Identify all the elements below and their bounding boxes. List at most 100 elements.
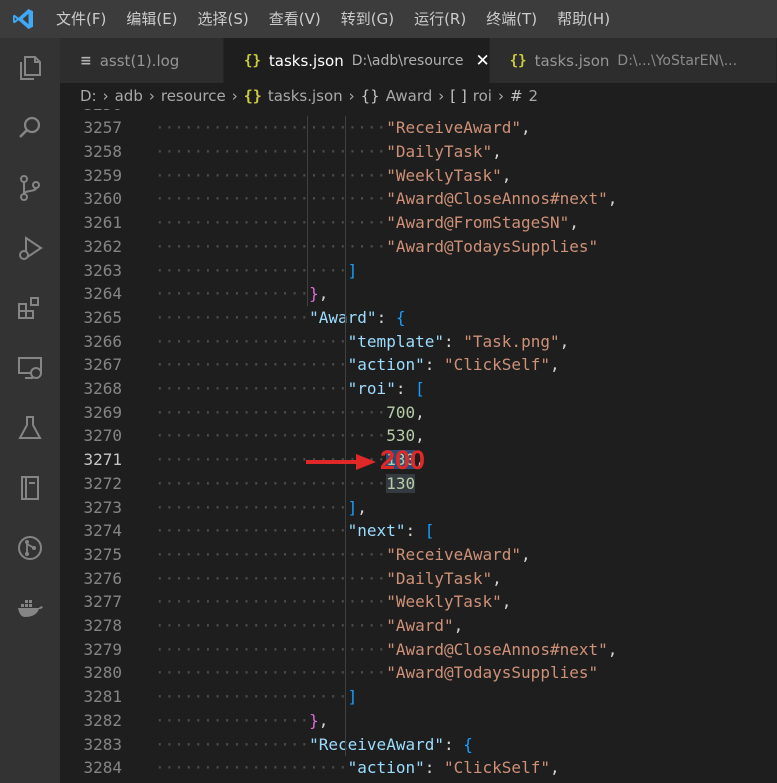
code-line: 3259 ························"WeeklyTask"… [60,163,777,187]
line-number: 3265 [83,307,122,327]
code-text: ························"Award@TodaysSup… [155,663,599,683]
code-line: 3283 ················"ReceiveAward": { [60,732,777,756]
breadcrumb-folder-resource[interactable]: resource [161,87,226,105]
breadcrumb-file[interactable]: tasks.json [268,87,343,105]
breadcrumb: D: › adb › resource › {} tasks.json › {}… [60,83,777,109]
remote-explorer-icon[interactable] [0,338,60,398]
line-number: 3268 [83,379,122,399]
json-file-icon: {} [509,52,527,69]
line-number: 3263 [83,260,122,280]
tab-asst-log[interactable]: ≡ asst(1).log [60,38,225,83]
line-number: 3267 [83,355,122,375]
chevron-right-icon: › [102,87,109,105]
chevron-right-icon: › [348,87,355,105]
code-text: ························130 [155,473,416,493]
line-number: 3282 [83,710,122,730]
code-text: ························"Award@CloseAnno… [155,639,618,659]
chevron-right-icon: › [438,87,445,105]
menu-terminal[interactable]: 终端(T) [476,0,547,38]
breadcrumb-symbol-roi[interactable]: roi [473,87,492,105]
code-text: ························"WeeklyTask", [155,165,512,185]
git-graph-icon[interactable] [0,518,60,578]
tab-tasks-json-yostaren[interactable]: {} tasks.json D:\...\YoStarEN\... [489,38,777,83]
breadcrumb-drive[interactable]: D: [80,87,97,105]
line-number: 3269 [83,402,122,422]
line-number: 3275 [83,544,122,564]
line-number: 3280 [83,663,122,683]
tab-label: tasks.json [268,51,344,70]
menu-file[interactable]: 文件(F) [46,0,116,38]
line-number: 3270 [83,426,122,446]
code-line: 3279 ························"Award@Close… [60,637,777,661]
code-text: ························"DailyTask", [155,142,502,162]
tab-tasks-json-active[interactable]: {} tasks.json D:\adb\resource ✕ [224,38,490,83]
tab-description: D:\...\YoStarEN\... [617,52,738,69]
code-line: 3257 ························"ReceiveAwar… [60,116,777,140]
code-text: ························"Award", [155,616,464,636]
breadcrumb-symbol-award[interactable]: Award [386,87,433,105]
code-text: ····················"action": "ClickSelf… [155,758,560,778]
testing-flask-icon[interactable] [0,398,60,458]
extensions-icon[interactable] [0,278,60,338]
code-line: 3282 ················}, [60,709,777,733]
menu-go[interactable]: 转到(G) [331,0,404,38]
line-number: 3283 [83,734,122,754]
tab-label: asst(1).log [99,51,180,70]
code-line: 3276 ························"DailyTask", [60,566,777,590]
search-icon[interactable] [0,98,60,158]
array-icon: [ ] [450,87,467,105]
line-number: 3258 [83,142,122,162]
annotation-value: 200 [380,445,426,475]
json-file-icon: {} [243,87,262,105]
indent-guide [345,400,346,496]
line-number: 3272 [83,473,122,493]
line-number: 3259 [83,165,122,185]
code-text: ····················"next": [ [155,521,435,541]
notebook-icon[interactable] [0,458,60,518]
code-line: 3264 ················}, [60,282,777,306]
code-line: 3281 ····················] [60,685,777,709]
code-text: ····················] [155,260,358,280]
code-text: ····················] [155,687,358,707]
json-file-icon: {} [244,52,261,69]
code-line: 3262 ························"Award@Today… [60,235,777,259]
indent-guide [306,116,308,306]
code-line: 3273 ····················], [60,495,777,519]
menu-help[interactable]: 帮助(H) [547,0,620,38]
menu-selection[interactable]: 选择(S) [188,0,259,38]
code-text: ················"ReceiveAward": { [155,734,473,754]
code-line: 3265 ················"Award": { [60,306,777,330]
code-line: 3258 ························"DailyTask", [60,140,777,164]
code-line: 3284 ····················"action": "Click… [60,756,777,780]
code-line: 3266 ····················"template": "Tas… [60,329,777,353]
breadcrumb-symbol-index[interactable]: 2 [529,87,539,105]
menu-view[interactable]: 查看(V) [259,0,331,38]
code-line: 3260 ························"Award@Close… [60,187,777,211]
object-icon: {} [360,87,380,105]
log-file-icon: ≡ [80,52,92,69]
line-number: 3256 [60,109,122,114]
line-number: 3262 [83,236,122,256]
line-number: 3278 [83,616,122,636]
close-icon[interactable]: ✕ [476,51,489,71]
code-text: ····················], [155,497,367,517]
line-number: 3260 [83,189,122,209]
breadcrumb-folder-adb[interactable]: adb [115,87,143,105]
run-debug-icon[interactable] [0,218,60,278]
menu-edit[interactable]: 编辑(E) [116,0,187,38]
line-number: 3264 [83,284,122,304]
code-text: ················}, [155,710,329,730]
source-control-icon[interactable] [0,158,60,218]
docker-icon[interactable] [0,578,60,638]
tab-label: tasks.json [534,51,610,70]
code-text: ························530, [155,426,425,446]
line-number: 3277 [83,592,122,612]
menu-run[interactable]: 运行(R) [404,0,476,38]
code-line: 3256 [60,109,777,116]
line-number: 3273 [83,497,122,517]
explorer-icon[interactable] [0,38,60,98]
code-text: ················}, [155,284,329,304]
line-number: 3257 [83,118,122,138]
code-text: ····················"roi": [ [155,379,425,399]
vscode-logo-icon [0,0,46,38]
